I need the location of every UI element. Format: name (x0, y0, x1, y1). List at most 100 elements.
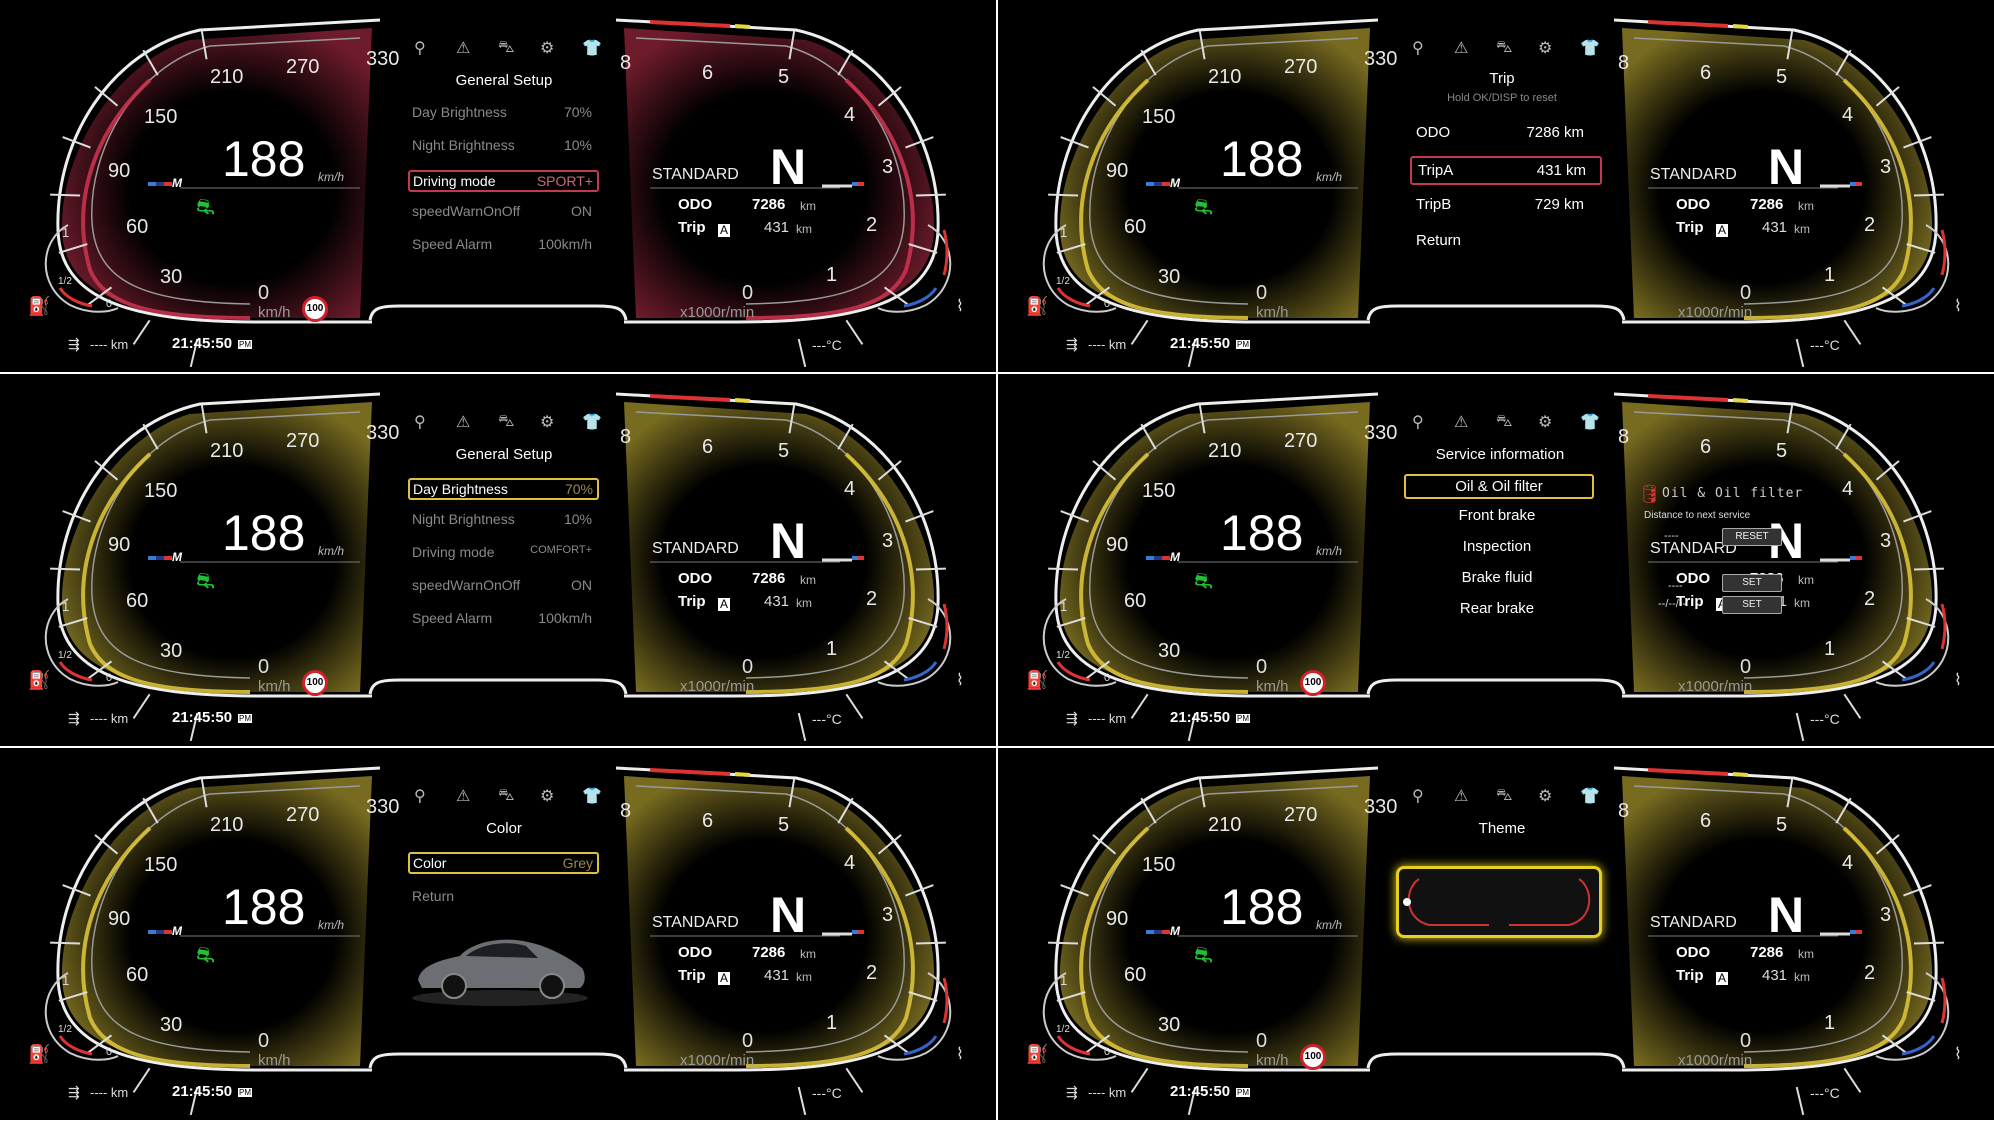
trip-unit: km (796, 222, 812, 236)
speed-tick-label: 30 (1158, 266, 1181, 288)
speed-tick-label: 150 (144, 480, 178, 502)
rpm-tick-label: 8 (620, 426, 632, 448)
shirt-icon[interactable]: 👕 (1580, 786, 1600, 806)
menu-item[interactable]: Night Brightness 10% (412, 511, 596, 527)
distance-label: Distance to next service (1644, 510, 1751, 521)
service-menu-item[interactable]: Front brake (1404, 505, 1590, 526)
clock-ampm: PM (1236, 1088, 1250, 1097)
car-icon[interactable]: ⛍ (498, 38, 515, 58)
location-icon[interactable]: ⚲ (414, 786, 426, 806)
car-icon[interactable]: ⛍ (1496, 412, 1513, 432)
cluster-panel-4: 330 270 210 150 90 60 30 0 8 6 5 4 3 2 1 0 188 km/h km/h x1… (998, 374, 1994, 746)
gear-icon[interactable]: ⚙ (540, 786, 554, 806)
service-menu-item[interactable]: Inspection (1404, 536, 1590, 557)
car-icon[interactable]: ⛍ (1496, 38, 1513, 58)
trip-unit: km (796, 970, 812, 984)
theme-preview-thumbnail[interactable] (1396, 866, 1602, 938)
location-icon[interactable]: ⚲ (1412, 412, 1424, 432)
location-icon[interactable]: ⚲ (1412, 38, 1424, 58)
fuel-scale-half: 1/2 (58, 1024, 72, 1035)
speed-tick-label: 0 (1256, 282, 1268, 304)
warning-icon[interactable]: ⚠ (1454, 412, 1468, 432)
location-icon[interactable]: ⚲ (1412, 786, 1424, 806)
warning-icon[interactable]: ⚠ (456, 786, 470, 806)
menu-item-value: ON (571, 577, 592, 593)
menu-item[interactable]: Day Brightness 70% (408, 478, 599, 500)
speed-tick-label: 90 (1106, 534, 1129, 556)
gear-indicator: N (1768, 887, 1805, 943)
outside-temp: ---°C (1810, 711, 1840, 727)
warning-icon[interactable]: ⚠ (1454, 786, 1468, 806)
menu-item[interactable]: Driving mode SPORT+ (408, 170, 599, 192)
odo-label: ODO (1676, 196, 1711, 213)
drive-mode-label: STANDARD (1650, 166, 1737, 183)
service-menu-item[interactable]: Rear brake (1404, 598, 1590, 619)
set-button[interactable]: SET (1722, 596, 1782, 614)
trip-menu-item[interactable]: TripA 431 km (1410, 156, 1602, 185)
speed-tick-label: 210 (210, 814, 244, 836)
trip-menu-item[interactable]: ODO 7286 km (1410, 120, 1598, 145)
gear-icon[interactable]: ⚙ (540, 38, 554, 58)
trip-menu-item[interactable]: Return (1410, 228, 1598, 253)
traction-control-icon: ⛐ (1194, 568, 1213, 593)
shirt-icon[interactable]: 👕 (1580, 412, 1600, 432)
speed-tick-label: 270 (286, 430, 320, 452)
range-icon: ⇶ (1066, 710, 1078, 726)
speed-tick-label: 330 (366, 796, 400, 818)
reset-button[interactable]: RESET (1722, 528, 1782, 546)
menu-item[interactable]: Speed Alarm 100km/h (412, 610, 596, 626)
speed-limit-sign: 100 (302, 296, 328, 322)
shirt-icon[interactable]: 👕 (582, 412, 602, 432)
trip-menu-item[interactable]: TripB 729 km (1410, 192, 1598, 217)
traction-control-icon: ⛐ (196, 568, 215, 593)
shirt-icon[interactable]: 👕 (582, 38, 602, 58)
oil-can-icon: 🛢 (1638, 484, 1661, 504)
drive-mode-label: STANDARD (1650, 914, 1737, 931)
coolant-temp-icon: ⌇ (1954, 672, 1962, 689)
outside-temp: ---°C (812, 711, 842, 727)
color-menu-item[interactable]: Color Grey (408, 852, 599, 874)
warning-icon[interactable]: ⚠ (456, 38, 470, 58)
gear-icon[interactable]: ⚙ (1538, 412, 1552, 432)
rpm-tick-label: 1 (826, 264, 838, 286)
gear-icon[interactable]: ⚙ (540, 412, 554, 432)
menu-item[interactable]: speedWarnOnOff ON (412, 577, 596, 593)
menu-item[interactable]: Day Brightness 70% (412, 104, 596, 120)
trip-label: Trip (678, 967, 706, 984)
gear-indicator: N (770, 139, 807, 195)
shirt-icon[interactable]: 👕 (582, 786, 602, 806)
gear-icon[interactable]: ⚙ (1538, 786, 1552, 806)
location-icon[interactable]: ⚲ (414, 38, 426, 58)
menu-item-label: Night Brightness (412, 511, 515, 527)
menu-item[interactable]: speedWarnOnOff ON (412, 203, 596, 219)
menu-item[interactable]: Night Brightness 10% (412, 137, 596, 153)
location-icon[interactable]: ⚲ (414, 412, 426, 432)
gear-icon[interactable]: ⚙ (1538, 38, 1552, 58)
service-menu-item[interactable]: Oil & Oil filter (1404, 474, 1594, 499)
range-icon: ⇶ (68, 1084, 80, 1100)
trip-unit: km (1794, 970, 1810, 984)
warning-icon[interactable]: ⚠ (1454, 38, 1468, 58)
warning-icon[interactable]: ⚠ (456, 412, 470, 432)
fuel-pump-icon: ⛽ (28, 296, 51, 316)
shirt-icon[interactable]: 👕 (1580, 38, 1600, 58)
speed-readout: 188 (1220, 131, 1304, 187)
speed-tick-label: 90 (1106, 908, 1129, 930)
car-icon[interactable]: ⛍ (1496, 786, 1513, 806)
trip-unit: km (1794, 596, 1810, 610)
car-icon[interactable]: ⛍ (498, 786, 515, 806)
outside-temp: ---°C (812, 337, 842, 353)
menu-item[interactable]: Speed Alarm 100km/h (412, 236, 596, 252)
service-menu-item[interactable]: Brake fluid (1404, 567, 1590, 588)
clock: 21:45:50 (172, 335, 233, 352)
odo-value: 7286 (752, 196, 786, 213)
car-icon[interactable]: ⛍ (498, 412, 515, 432)
odo-unit: km (800, 947, 816, 961)
traction-control-icon: ⛐ (196, 194, 215, 219)
speed-tick-label: 60 (126, 216, 149, 238)
range-icon: ⇶ (1066, 336, 1078, 352)
menu-item[interactable]: Driving mode COMFORT+ (412, 544, 596, 560)
rpm-tick-label: 1 (1824, 1012, 1836, 1034)
set-button[interactable]: SET (1722, 574, 1782, 592)
rpm-unit: x1000r/min (1678, 304, 1753, 321)
